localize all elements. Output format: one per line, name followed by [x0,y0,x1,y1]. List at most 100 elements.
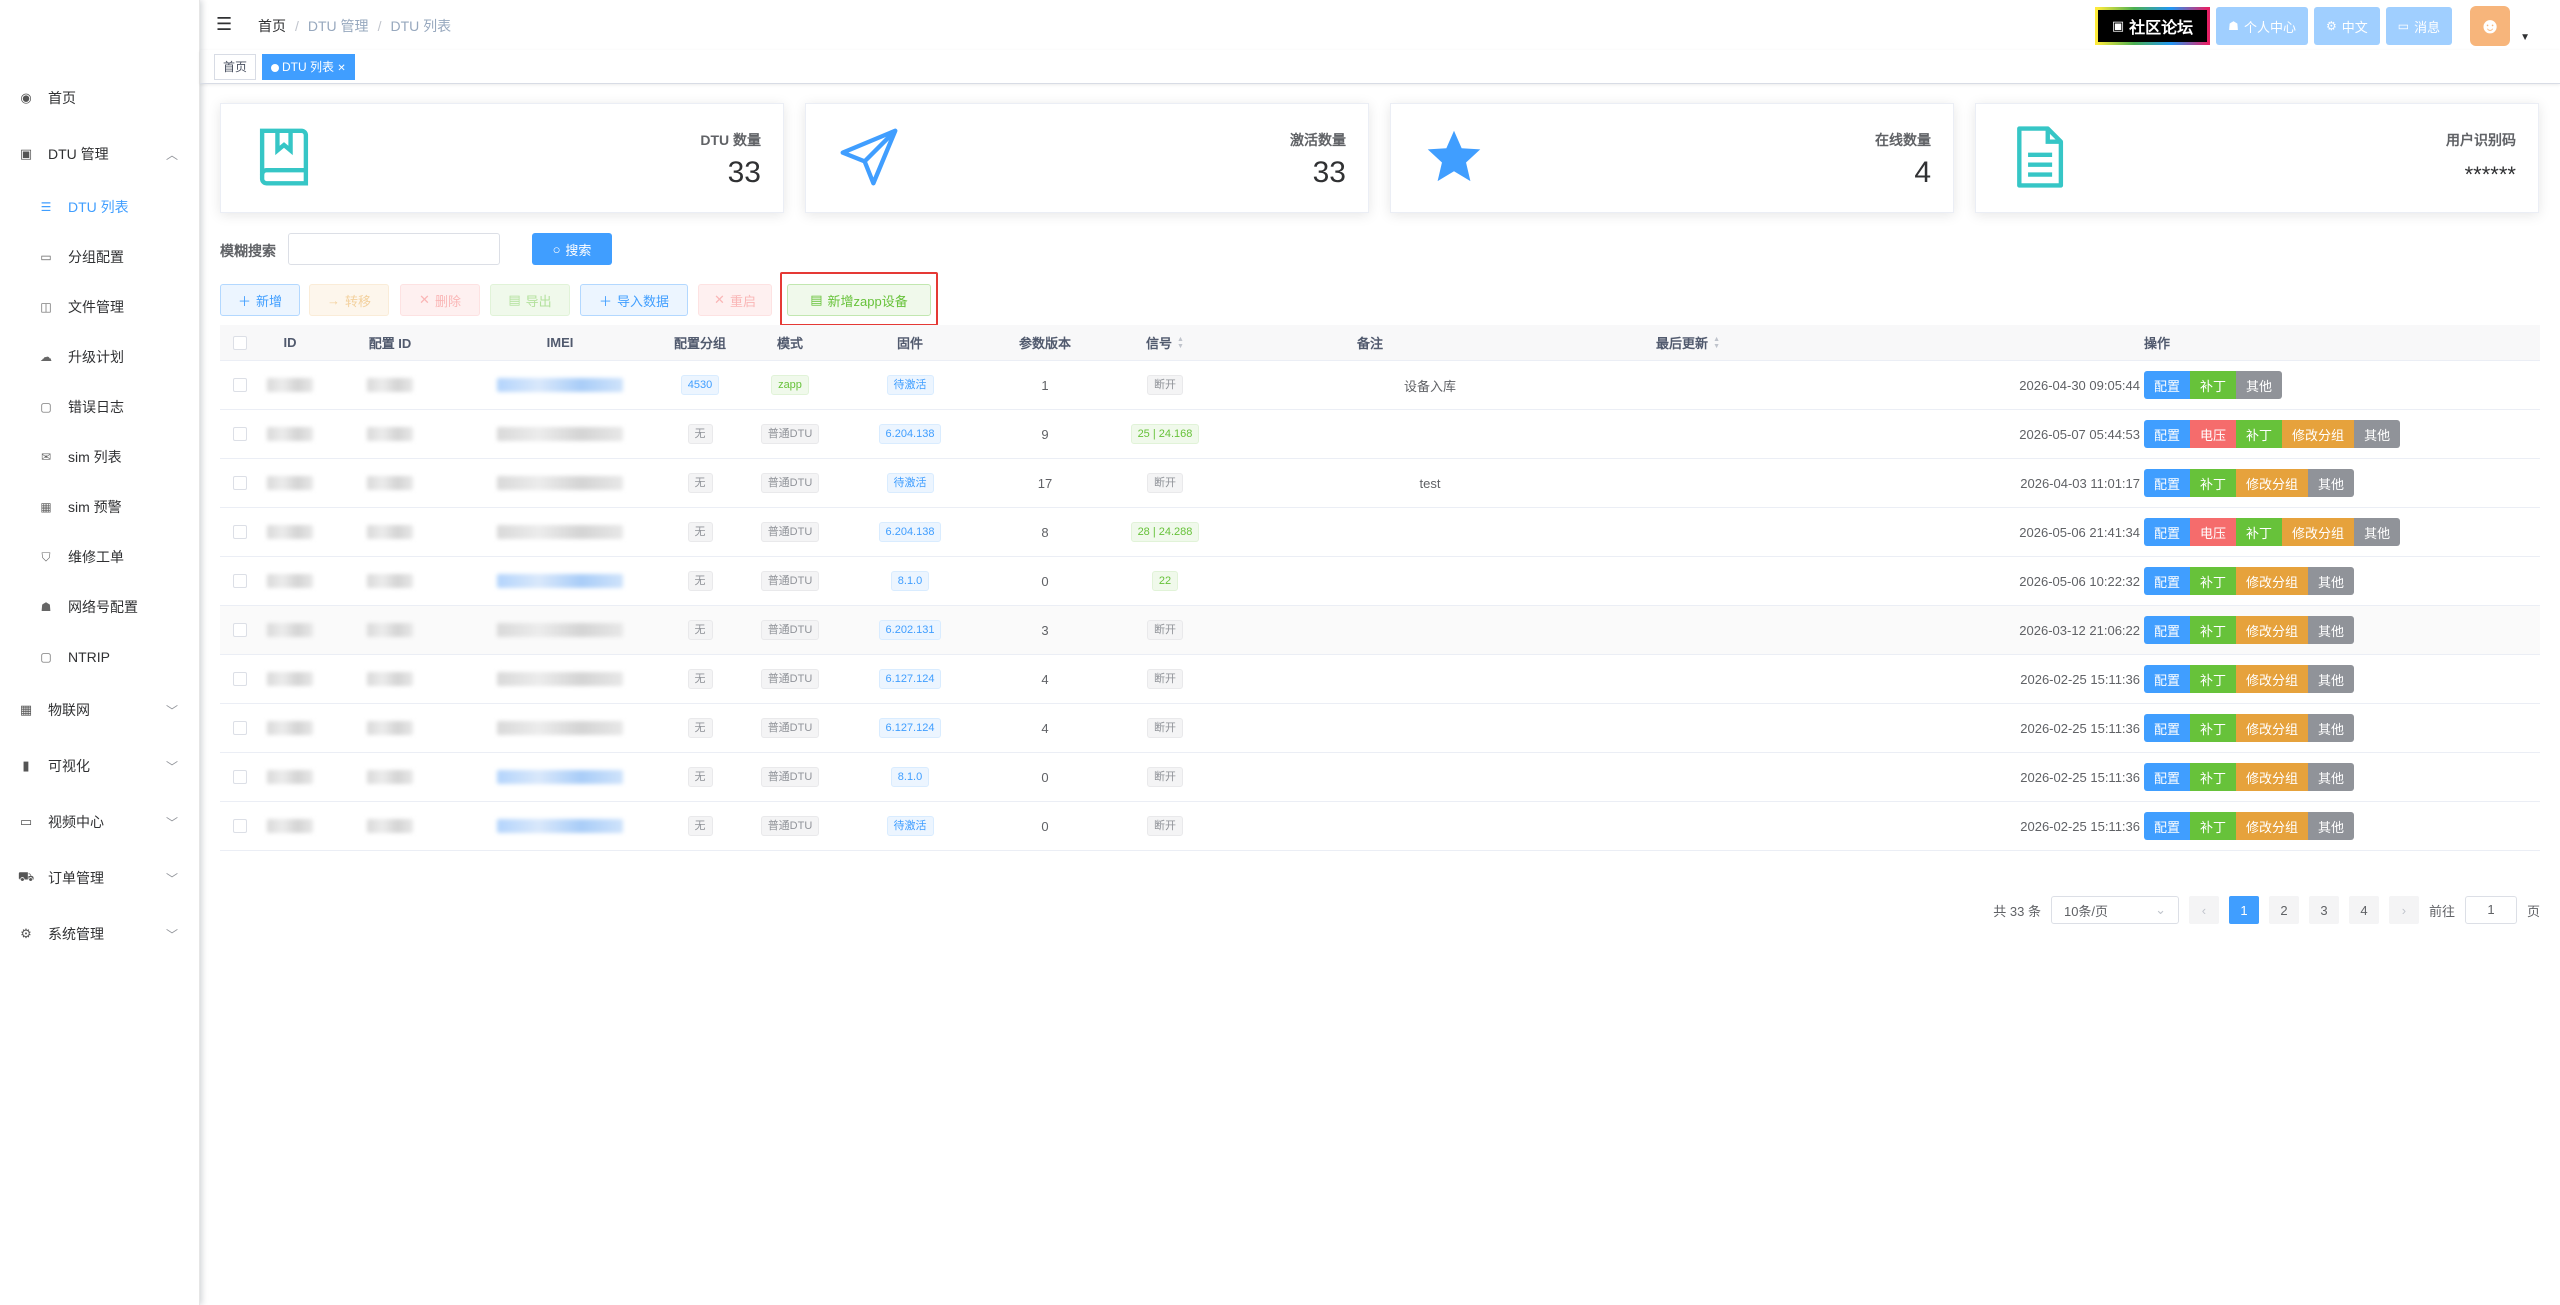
sidebar-subitem[interactable]: ◫ 文件管理 [0,282,200,332]
sidebar-item[interactable]: ▭ 视频中心 ﹀ [0,794,200,850]
forum-button[interactable]: ▣ 社区论坛 [2094,7,2211,45]
row-checkbox[interactable] [233,574,247,588]
sidebar-subitem[interactable]: ⛉ 维修工单 [0,532,200,582]
action-button[interactable]: 配置 [2144,420,2191,448]
action-button[interactable]: 修改分组 [2236,469,2309,497]
page-button[interactable]: 3 [2308,896,2339,924]
action-button[interactable]: 修改分组 [2282,420,2355,448]
sidebar-subitem[interactable]: ▦ sim 预警 [0,482,200,532]
row-checkbox[interactable] [233,770,247,784]
sidebar-item[interactable]: ▮ 可视化 ﹀ [0,738,200,794]
avatar[interactable]: ☻ [2470,6,2511,46]
search-button[interactable]: ○ 搜索 [532,233,612,265]
action-button[interactable]: 补丁 [2190,567,2237,595]
column-header[interactable]: 信号 ▲ ▼ [1110,325,1220,360]
sidebar-item[interactable]: ⛟ 订单管理 ﹀ [0,850,200,906]
hamburger-icon[interactable]: ☰ [216,14,232,35]
export-button[interactable]: ▤ 导出 [490,284,570,316]
sort-icon[interactable]: ▲ ▼ [1177,336,1184,350]
sidebar-subitem[interactable]: ▢ 错误日志 [0,382,200,432]
sidebar-subitem[interactable]: ☁ 升级计划 [0,332,200,382]
table-row[interactable]: 无 普通DTU 6.204.138 9 25 | 24.168 2026-05-07 05… [220,410,2540,459]
table-row[interactable]: 无 普通DTU 待激活 0 断开 2026-02-25 15:11:36 配置 补丁 修改分组其… [220,802,2540,851]
action-button[interactable]: 补丁 [2190,763,2237,791]
action-button[interactable]: 补丁 [2190,812,2237,840]
table-row[interactable]: 无 普通DTU 8.1.0 0 22 2026-05-06 10:22:32 配置 补丁 修改分… [220,557,2540,606]
action-button[interactable]: 其他 [2354,518,2401,546]
table-row[interactable]: 无 普通DTU 待激活 17 断开 test 2026-04-03 11:01:17 配置 补丁… [220,459,2540,508]
add-button[interactable]: ＋ 新增 [220,284,300,316]
breadcrumb-dtu-manage[interactable]: DTU 管理 [308,18,369,34]
action-button[interactable]: 修改分组 [2236,665,2309,693]
prev-page-button[interactable]: ‹ [2188,896,2219,924]
restart-button[interactable]: ✕ 重启 [698,284,772,316]
sidebar-item[interactable]: ▣ DTU 管理 ︿ [0,126,200,182]
messages-button[interactable]: ▭ 消息 [2385,7,2453,45]
row-checkbox[interactable] [233,721,247,735]
row-checkbox[interactable] [233,525,247,539]
action-button[interactable]: 配置 [2144,812,2191,840]
action-button[interactable]: 补丁 [2190,714,2237,742]
close-icon[interactable]: ✕ [337,63,345,74]
import-button[interactable]: ＋ 导入数据 [580,284,688,316]
row-checkbox[interactable] [233,476,247,490]
action-button[interactable]: 修改分组 [2236,567,2309,595]
action-button[interactable]: 修改分组 [2236,763,2309,791]
row-checkbox[interactable] [233,623,247,637]
sidebar-item[interactable]: ⚙ 系统管理 ﹀ [0,906,200,962]
table-row[interactable]: 无 普通DTU 6.127.124 4 断开 2026-02-25 15:11:36 配置补… [220,655,2540,704]
breadcrumb-home[interactable]: 首页 [258,18,286,34]
search-input[interactable] [288,233,500,265]
action-button[interactable]: 修改分组 [2282,518,2355,546]
row-checkbox[interactable] [233,672,247,686]
action-button[interactable]: 其他 [2308,763,2355,791]
action-button[interactable]: 电压 [2190,420,2237,448]
tag-dtu-list[interactable]: DTU 列表 ✕ [262,54,355,80]
page-button[interactable]: 1 [2228,896,2259,924]
action-button[interactable]: 补丁 [2190,665,2237,693]
action-button[interactable]: 配置 [2144,763,2191,791]
table-row[interactable]: 4530 zapp 待激活 1 断开 设备入库 2026-04-30 09:05:44 配置补… [220,361,2540,410]
table-row[interactable]: 无 普通DTU 8.1.0 0 断开 2026-02-25 15:11:36 配置 补丁 修改分… [220,753,2540,802]
action-button[interactable]: 补丁 [2236,420,2283,448]
action-button[interactable]: 修改分组 [2236,812,2309,840]
delete-button[interactable]: ✕ 删除 [400,284,480,316]
sort-icon[interactable]: ▲ ▼ [1713,336,1720,350]
row-checkbox[interactable] [233,819,247,833]
action-button[interactable]: 配置 [2144,518,2191,546]
action-button[interactable]: 其他 [2308,714,2355,742]
page-button[interactable]: 4 [2348,896,2379,924]
tag-home[interactable]: 首页 [214,54,257,80]
language-button[interactable]: ⚙ 中文 [2313,7,2380,45]
action-button[interactable]: 其他 [2308,665,2355,693]
column-header[interactable]: 最后更新 ▲ ▼ [1440,325,1720,360]
action-button[interactable]: 配置 [2144,567,2191,595]
table-row[interactable]: 无 普通DTU 6.204.138 8 28 | 24.288 2026-05-06 21… [220,508,2540,557]
row-checkbox[interactable] [233,378,247,392]
action-button[interactable]: 其他 [2354,420,2401,448]
table-row[interactable]: 无 普通DTU 6.202.131 3 断开 2026-03-12 21:06:22 配置补… [220,606,2540,655]
caret-down-icon[interactable]: ▼ [2520,32,2530,43]
sidebar-item[interactable]: ◉ 首页 [0,70,200,126]
action-button[interactable]: 补丁 [2190,616,2237,644]
sidebar-subitem[interactable]: ▭ 分组配置 [0,232,200,282]
sidebar-subitem[interactable]: ▢ NTRIP [0,632,200,682]
sidebar-subitem[interactable]: ☗ 网络号配置 [0,582,200,632]
action-button[interactable]: 其他 [2308,616,2355,644]
sidebar-subitem[interactable]: ✉ sim 列表 [0,432,200,482]
action-button[interactable]: 修改分组 [2236,616,2309,644]
action-button[interactable]: 配置 [2144,371,2191,399]
action-button[interactable]: 补丁 [2190,371,2237,399]
row-checkbox[interactable] [233,427,247,441]
action-button[interactable]: 配置 [2144,469,2191,497]
action-button[interactable]: 其他 [2308,812,2355,840]
action-button[interactable]: 补丁 [2190,469,2237,497]
transfer-button[interactable]: → 转移 [309,284,389,316]
profile-button[interactable]: ☗ 个人中心 [2216,7,2308,45]
action-button[interactable]: 配置 [2144,714,2191,742]
action-button[interactable]: 配置 [2144,616,2191,644]
table-row[interactable]: 无 普通DTU 6.127.124 4 断开 2026-02-25 15:11:36 配置补… [220,704,2540,753]
page-button[interactable]: 2 [2268,896,2299,924]
page-size-select[interactable]: 10条/页 ⌄ [2050,896,2179,924]
action-button[interactable]: 修改分组 [2236,714,2309,742]
